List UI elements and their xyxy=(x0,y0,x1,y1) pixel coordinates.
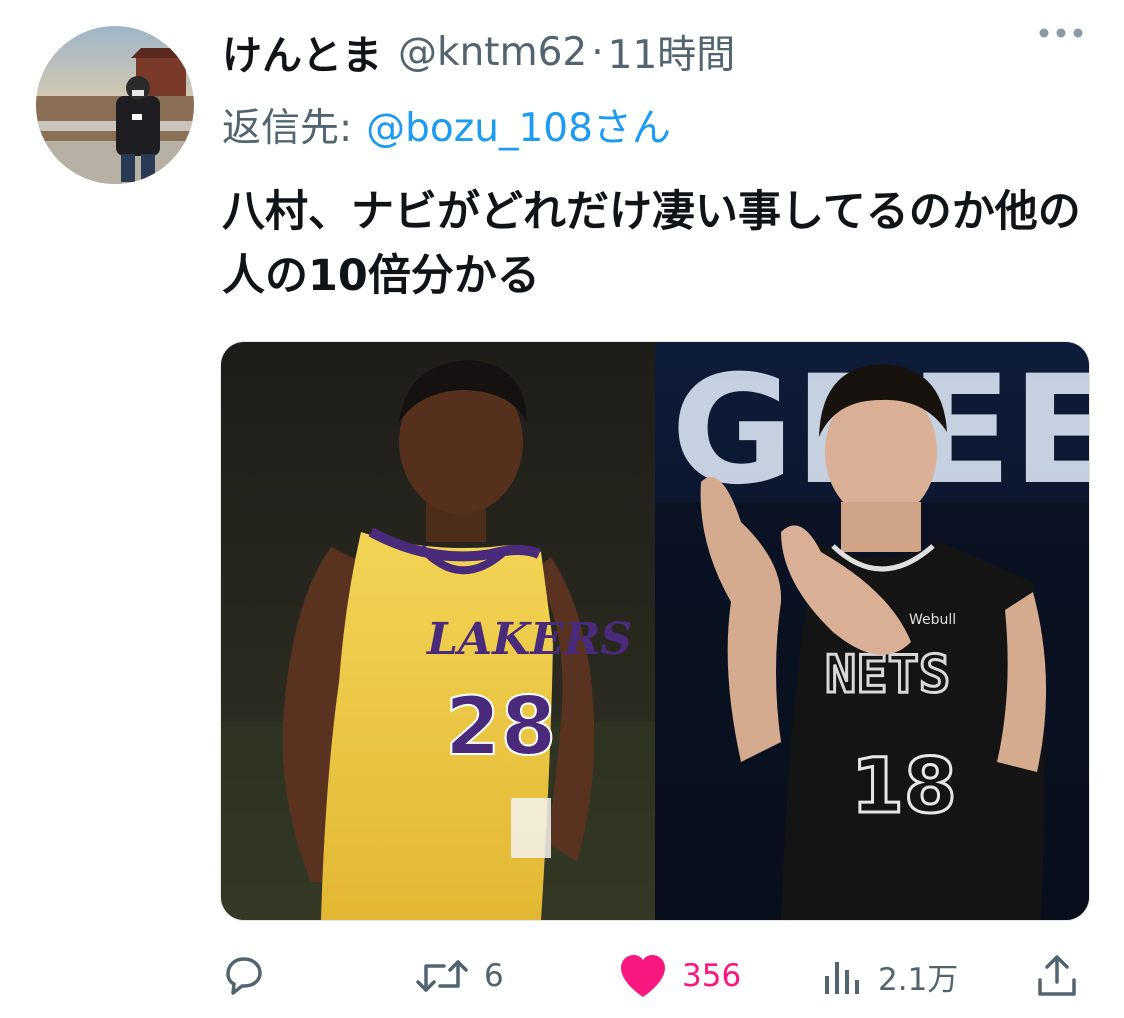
left-jersey-team: LAKERS xyxy=(425,614,632,665)
heart-icon xyxy=(621,955,665,997)
share-button[interactable] xyxy=(1034,944,1080,1008)
separator-dot: · xyxy=(591,29,604,75)
action-bar: 6 356 2.1万 xyxy=(0,944,1124,1008)
right-jersey-number: 18 xyxy=(851,741,957,830)
left-jersey-number: 28 xyxy=(445,680,556,773)
media-image: LAKERS 28 GREE Webull NETS 18 xyxy=(221,342,1089,920)
views-icon xyxy=(825,962,859,994)
user-handle[interactable]: @kntm62 xyxy=(398,30,587,75)
views-button[interactable]: 2.1万 xyxy=(820,944,958,1008)
retweet-icon xyxy=(416,960,468,992)
tweet-text: 八村、ナビがどれだけ凄い事してるのか他の人の10倍分かる xyxy=(222,187,1081,301)
more-button[interactable] xyxy=(1034,18,1088,48)
like-count: 356 xyxy=(682,958,742,994)
avatar[interactable] xyxy=(36,26,194,184)
right-jersey-sponsor: Webull xyxy=(909,612,956,628)
share-icon xyxy=(1038,955,1076,996)
tweet-media[interactable]: LAKERS 28 GREE Webull NETS 18 xyxy=(220,341,1090,921)
retweet-button[interactable]: 6 xyxy=(414,944,504,1008)
left-photo: LAKERS 28 xyxy=(221,342,655,920)
reply-context: 返信先: @bozu_108さん xyxy=(222,96,671,154)
right-photo: GREE Webull NETS 18 xyxy=(655,342,1089,920)
reply-icon xyxy=(226,957,262,995)
display-name[interactable]: けんとま xyxy=(222,23,382,81)
timestamp[interactable]: 11時間 xyxy=(608,24,736,80)
reply-button[interactable] xyxy=(218,944,280,1008)
more-icon xyxy=(1039,28,1083,38)
reply-label: 返信先: xyxy=(222,106,353,151)
avatar-image xyxy=(36,26,194,184)
like-button[interactable]: 356 xyxy=(618,944,741,1008)
views-count: 2.1万 xyxy=(878,961,959,998)
tweet-header: けんとま @kntm62 · 11時間 xyxy=(222,22,1102,82)
reply-to-handle[interactable]: @bozu_108さん xyxy=(366,97,671,153)
retweet-count: 6 xyxy=(484,958,504,994)
